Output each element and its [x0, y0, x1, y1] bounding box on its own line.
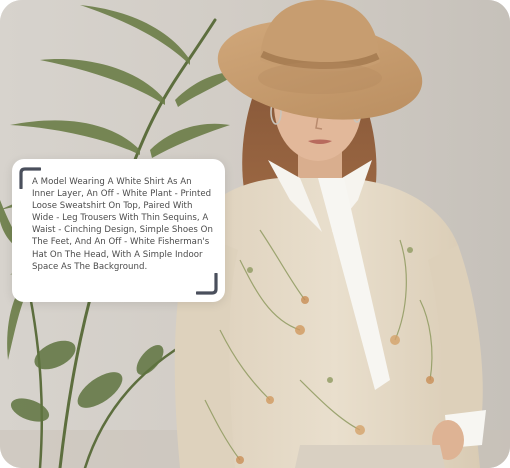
prompt-caption-card: A Model Wearing A White Shirt As An Inne…	[12, 159, 225, 302]
corner-bracket-bottom-right-icon	[196, 273, 218, 295]
generated-image-preview: A Model Wearing A White Shirt As An Inne…	[0, 0, 510, 468]
prompt-caption-text: A Model Wearing A White Shirt As An Inne…	[32, 177, 213, 272]
